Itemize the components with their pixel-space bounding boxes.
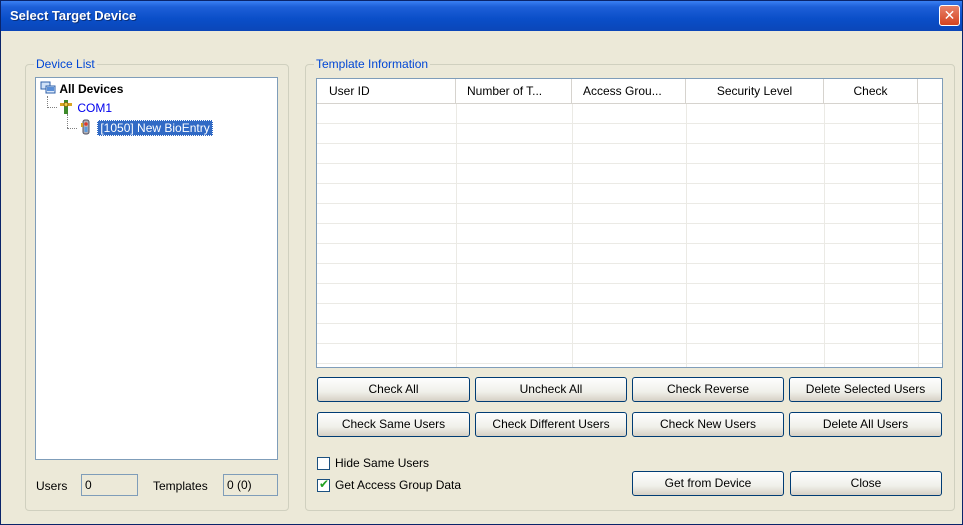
serial-port-icon bbox=[60, 100, 72, 114]
computer-network-icon bbox=[40, 81, 56, 94]
delete-all-users-button[interactable]: Delete All Users bbox=[789, 412, 942, 437]
tree-connector bbox=[47, 107, 57, 108]
table-row bbox=[317, 344, 942, 364]
column-divider bbox=[456, 104, 457, 367]
uncheck-all-button[interactable]: Uncheck All bbox=[475, 377, 627, 402]
column-header-number-of-templates[interactable]: Number of T... bbox=[456, 79, 572, 103]
column-header-access-group[interactable]: Access Grou... bbox=[572, 79, 686, 103]
close-icon[interactable]: ✕ bbox=[939, 5, 960, 26]
column-header-check[interactable]: Check bbox=[824, 79, 918, 103]
table-row bbox=[317, 104, 942, 124]
column-header-label: Access Grou... bbox=[583, 84, 662, 98]
close-button[interactable]: Close bbox=[790, 471, 942, 496]
table-row bbox=[317, 164, 942, 184]
tree-item-label: All Devices bbox=[59, 82, 124, 96]
table-row bbox=[317, 324, 942, 344]
biometric-device-icon bbox=[81, 119, 90, 135]
table-row bbox=[317, 184, 942, 204]
template-table[interactable]: User ID Number of T... Access Grou... Se… bbox=[316, 78, 943, 368]
delete-selected-users-button[interactable]: Delete Selected Users bbox=[789, 377, 942, 402]
table-row bbox=[317, 224, 942, 244]
table-row bbox=[317, 264, 942, 284]
check-same-users-button[interactable]: Check Same Users bbox=[317, 412, 470, 437]
tree-item-com1[interactable]: COM1 bbox=[58, 99, 112, 115]
table-row bbox=[317, 144, 942, 164]
column-divider bbox=[824, 104, 825, 367]
column-divider bbox=[686, 104, 687, 367]
templates-count-field: 0 (0) bbox=[223, 474, 278, 496]
column-header-label: Security Level bbox=[716, 84, 793, 98]
column-divider bbox=[572, 104, 573, 367]
column-header-label: Check bbox=[853, 84, 888, 98]
get-access-group-data-checkbox[interactable]: ✔ bbox=[317, 477, 330, 492]
check-reverse-button[interactable]: Check Reverse bbox=[632, 377, 784, 402]
users-count-field: 0 bbox=[81, 474, 138, 496]
device-tree[interactable]: All Devices COM1 [1050] New BioEntry bbox=[35, 77, 278, 460]
tree-item-all-devices[interactable]: All Devices bbox=[40, 80, 123, 96]
hide-same-users-label[interactable]: Hide Same Users bbox=[335, 456, 429, 470]
get-from-device-button[interactable]: Get from Device bbox=[632, 471, 784, 496]
users-label: Users bbox=[36, 479, 68, 493]
column-header-label: User ID bbox=[329, 84, 370, 98]
checkmark-icon: ✔ bbox=[319, 477, 330, 491]
tree-connector bbox=[67, 128, 77, 129]
get-access-group-data-label[interactable]: Get Access Group Data bbox=[335, 478, 461, 492]
tree-item-label: [1050] New BioEntry bbox=[97, 120, 213, 136]
window-title: Select Target Device bbox=[10, 8, 137, 23]
table-row bbox=[317, 244, 942, 264]
table-row bbox=[317, 124, 942, 144]
tree-item-device[interactable]: [1050] New BioEntry bbox=[78, 119, 213, 136]
title-bar[interactable]: Select Target Device ✕ bbox=[1, 1, 962, 31]
table-row bbox=[317, 304, 942, 324]
check-different-users-button[interactable]: Check Different Users bbox=[475, 412, 627, 437]
tree-item-label: COM1 bbox=[77, 101, 113, 115]
table-row bbox=[317, 284, 942, 304]
tree-connector bbox=[67, 114, 68, 128]
dialog-window: Select Target Device ✕ Device List All D… bbox=[0, 0, 963, 525]
column-header-user-id[interactable]: User ID bbox=[317, 79, 456, 103]
device-list-title: Device List bbox=[34, 57, 97, 71]
table-header: User ID Number of T... Access Grou... Se… bbox=[317, 79, 942, 104]
table-row bbox=[317, 204, 942, 224]
check-new-users-button[interactable]: Check New Users bbox=[632, 412, 784, 437]
hide-same-users-checkbox[interactable] bbox=[317, 457, 330, 470]
column-header-security-level[interactable]: Security Level bbox=[686, 79, 824, 103]
check-all-button[interactable]: Check All bbox=[317, 377, 470, 402]
column-divider bbox=[918, 104, 919, 367]
column-header-label: Number of T... bbox=[467, 84, 543, 98]
template-info-title: Template Information bbox=[314, 57, 431, 71]
templates-label: Templates bbox=[153, 479, 208, 493]
